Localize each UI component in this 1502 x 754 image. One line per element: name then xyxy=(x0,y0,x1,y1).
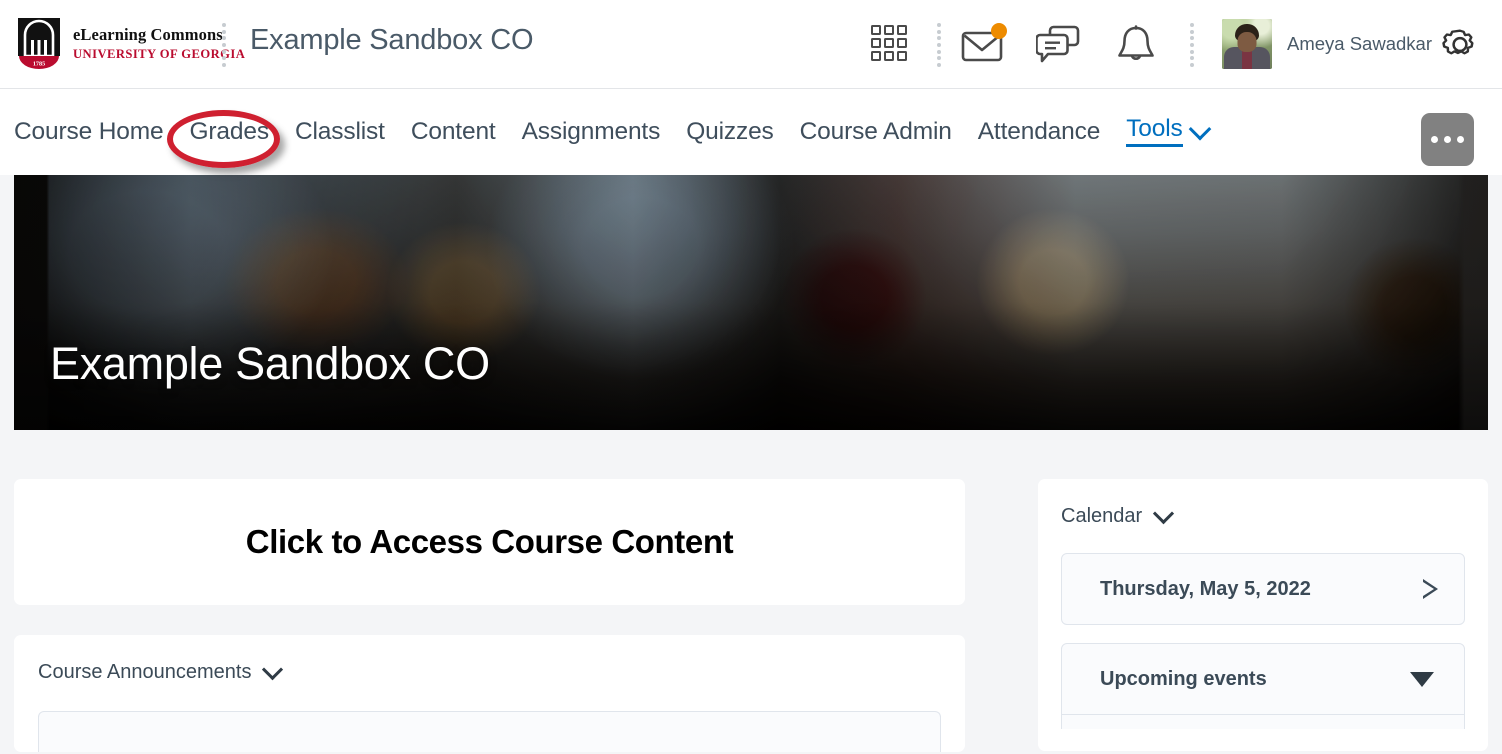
gear-icon[interactable] xyxy=(1438,22,1482,66)
calendar-widget: Calendar Thursday, May 5, 2022 Upcoming … xyxy=(1038,479,1488,751)
brand-logo[interactable]: 1785 eLearning Commons UNIVERSITY OF GEO… xyxy=(16,18,245,70)
nav-item-tools[interactable]: Tools xyxy=(1126,117,1207,148)
course-announcements-widget: Course Announcements xyxy=(14,635,965,752)
main-column: Click to Access Course Content Course An… xyxy=(14,479,965,752)
user-menu[interactable]: Ameya Sawadkar xyxy=(1222,18,1432,70)
header-course-title: Example Sandbox CO xyxy=(250,24,533,57)
unread-badge xyxy=(991,23,1007,39)
nav-item-classlist[interactable]: Classlist xyxy=(295,118,385,146)
brand-name: eLearning Commons xyxy=(73,27,245,44)
global-header: 1785 eLearning Commons UNIVERSITY OF GEO… xyxy=(0,0,1502,89)
course-navbar: Course Home Grades Classlist Content Ass… xyxy=(0,89,1502,175)
triangle-right-icon[interactable] xyxy=(1423,579,1438,599)
triangle-down-icon[interactable] xyxy=(1410,672,1434,687)
waffle-grid-icon[interactable] xyxy=(865,20,917,70)
course-announcements-title: Course Announcements xyxy=(38,661,251,684)
calendar-header: Calendar xyxy=(1061,505,1465,528)
nav-overflow-button[interactable] xyxy=(1421,113,1474,166)
banner-overlay xyxy=(14,175,1488,430)
chevron-down-icon[interactable] xyxy=(262,659,283,680)
course-announcements-header: Course Announcements xyxy=(38,661,941,684)
calendar-date: Thursday, May 5, 2022 xyxy=(1100,578,1311,601)
nav-item-grades[interactable]: Grades xyxy=(190,118,269,146)
upcoming-events-row[interactable]: Upcoming events xyxy=(1061,643,1465,715)
uga-arch-logo: 1785 xyxy=(16,18,62,70)
nav-item-assignments[interactable]: Assignments xyxy=(522,118,661,146)
nav-item-tools-label: Tools xyxy=(1126,117,1182,148)
header-divider-1 xyxy=(222,23,226,67)
sidebar-column: Calendar Thursday, May 5, 2022 Upcoming … xyxy=(1038,479,1488,751)
header-divider-2 xyxy=(937,23,941,67)
course-banner: Example Sandbox CO xyxy=(14,175,1488,430)
chevron-down-icon[interactable] xyxy=(1153,503,1174,524)
calendar-title: Calendar xyxy=(1061,505,1142,528)
avatar xyxy=(1222,19,1272,69)
upcoming-events-body xyxy=(1061,715,1465,729)
calendar-date-row[interactable]: Thursday, May 5, 2022 xyxy=(1061,553,1465,625)
access-course-content-label: Click to Access Course Content xyxy=(246,523,733,561)
page-content: Click to Access Course Content Course An… xyxy=(0,430,1502,754)
nav-item-course-admin[interactable]: Course Admin xyxy=(800,118,952,146)
brand-university: UNIVERSITY OF GEORGIA xyxy=(73,48,245,61)
announcement-item-panel[interactable] xyxy=(38,711,941,752)
nav-item-course-home[interactable]: Course Home xyxy=(14,118,164,146)
header-divider-3 xyxy=(1190,23,1194,67)
header-icon-group xyxy=(865,20,917,70)
nav-item-content[interactable]: Content xyxy=(411,118,496,146)
user-name: Ameya Sawadkar xyxy=(1287,33,1432,55)
nav-item-quizzes[interactable]: Quizzes xyxy=(686,118,773,146)
svg-text:1785: 1785 xyxy=(33,61,45,68)
nav-item-attendance[interactable]: Attendance xyxy=(978,118,1100,146)
chat-bubbles-icon[interactable] xyxy=(1034,20,1086,70)
access-course-content-card[interactable]: Click to Access Course Content xyxy=(14,479,965,605)
bell-icon[interactable] xyxy=(1110,20,1162,70)
course-homepage: 1785 eLearning Commons UNIVERSITY OF GEO… xyxy=(0,0,1502,754)
upcoming-events-title: Upcoming events xyxy=(1100,668,1267,691)
banner-course-title: Example Sandbox CO xyxy=(50,338,490,390)
envelope-icon[interactable] xyxy=(958,20,1010,70)
chevron-down-icon xyxy=(1188,118,1211,141)
nav-links: Course Home Grades Classlist Content Ass… xyxy=(14,89,1208,175)
